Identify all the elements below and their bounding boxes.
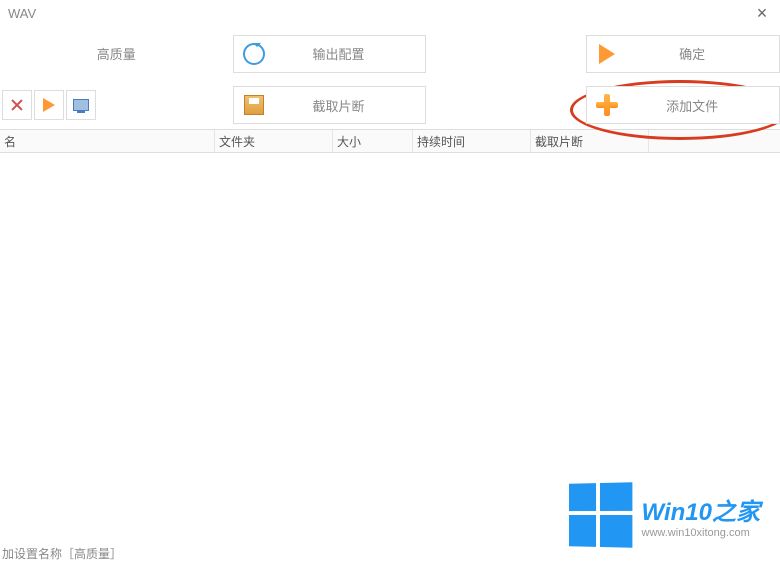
small-icon-group — [2, 90, 233, 120]
output-config-label: 输出配置 — [272, 44, 426, 63]
column-blank — [649, 130, 780, 152]
play-icon — [43, 98, 55, 112]
refresh-icon — [236, 36, 272, 72]
arrow-right-icon — [589, 36, 625, 72]
confirm-button[interactable]: 确定 — [586, 35, 780, 73]
column-clip[interactable]: 截取片断 — [531, 130, 649, 152]
confirm-label: 确定 — [625, 44, 779, 63]
windows-logo-icon — [569, 482, 632, 547]
titlebar: WAV × — [0, 0, 780, 26]
window-title: WAV — [8, 6, 36, 21]
watermark: Win10之家 www.win10xitong.com — [568, 483, 760, 547]
preview-button[interactable] — [66, 90, 96, 120]
quality-label: 高质量 — [0, 44, 233, 63]
column-filename[interactable]: 名 — [0, 130, 215, 152]
watermark-title: Win10之家 — [642, 492, 760, 527]
x-icon — [10, 98, 24, 112]
table-header: 名 文件夹 大小 持续时间 截取片断 — [0, 129, 780, 153]
save-icon — [236, 87, 272, 123]
column-size[interactable]: 大小 — [333, 130, 413, 152]
footer: 加设置名称［高质量］ — [0, 544, 780, 562]
plus-icon — [589, 87, 625, 123]
close-icon[interactable]: × — [752, 3, 772, 24]
play-button[interactable] — [34, 90, 64, 120]
column-duration[interactable]: 持续时间 — [413, 130, 531, 152]
add-file-label: 添加文件 — [625, 96, 779, 115]
remove-button[interactable] — [2, 90, 32, 120]
clip-label: 截取片断 — [272, 96, 426, 115]
footer-settings-text: 加设置名称［高质量］ — [2, 545, 122, 562]
clip-button[interactable]: 截取片断 — [233, 86, 427, 124]
output-config-button[interactable]: 输出配置 — [233, 35, 427, 73]
screen-icon — [73, 99, 89, 111]
toolbar-row-2: 截取片断 添加文件 — [0, 81, 780, 129]
column-folder[interactable]: 文件夹 — [215, 130, 333, 152]
toolbar-row-1: 高质量 输出配置 确定 — [0, 26, 780, 81]
add-file-button[interactable]: 添加文件 — [586, 86, 780, 124]
table-body — [0, 153, 780, 513]
watermark-url: www.win10xitong.com — [642, 527, 760, 539]
